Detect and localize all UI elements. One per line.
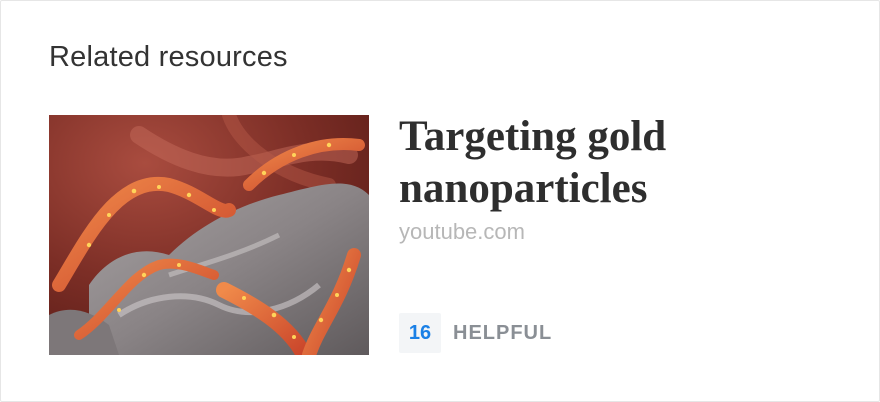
- resource-source: youtube.com: [399, 219, 525, 244]
- section-title: Related resources: [49, 41, 288, 73]
- helpful-count-badge[interactable]: 16: [399, 313, 441, 353]
- resource-thumbnail[interactable]: [49, 115, 369, 355]
- resource-title-link[interactable]: Targeting gold nanoparticles: [399, 111, 819, 215]
- related-resources-card: Related resources Targeting gold nanopar…: [0, 0, 880, 402]
- microscopy-image: [49, 115, 369, 355]
- helpful-widget: 16 HELPFUL: [399, 313, 552, 353]
- resource-item: Targeting gold nanoparticles youtube.com…: [49, 113, 839, 355]
- helpful-label: HELPFUL: [453, 321, 553, 344]
- resource-info: Targeting gold nanoparticles youtube.com…: [399, 113, 839, 355]
